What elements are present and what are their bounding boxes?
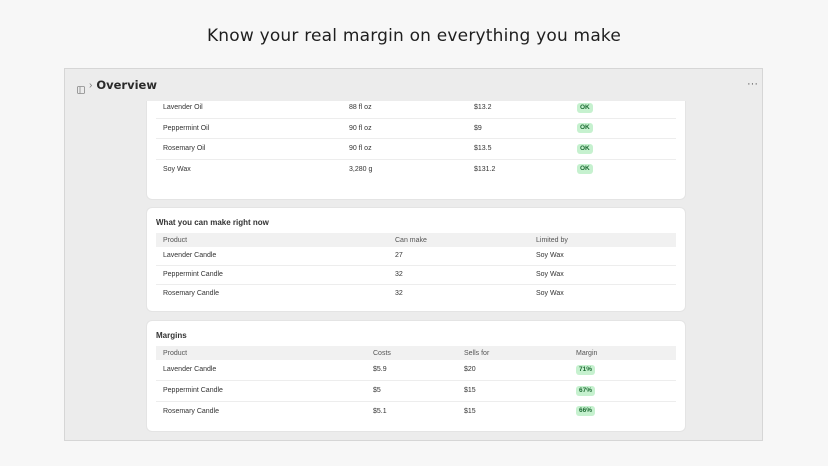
product-name: Lavender Candle: [156, 360, 366, 381]
table-row: Peppermint Candle 32 Soy Wax: [156, 265, 676, 285]
app-window: › Overview ··· OK Lavender Oil 88 fl oz: [64, 68, 763, 441]
status-badge: OK: [577, 164, 593, 175]
margin-badge: 66%: [576, 406, 596, 417]
margins-table: Product Costs Sells for Margin Lavender …: [156, 346, 676, 421]
status-badge: OK: [577, 143, 593, 154]
product-name: Lavender Candle: [156, 247, 388, 266]
can-make-table: Product Can make Limited by Lavender Can…: [156, 233, 676, 302]
can-make-count: 32: [395, 289, 403, 297]
can-make-title: What you can make right now: [156, 218, 269, 227]
table-row: Soy Wax 3,280 g $131.2 OK: [156, 159, 676, 179]
table-row: Rosemary Candle 32 Soy Wax: [156, 284, 676, 302]
status-badge: OK: [577, 123, 593, 133]
table-row: Lavender Candle 27 Soy Wax: [156, 247, 676, 266]
column-header: Product: [156, 346, 366, 360]
column-header: Product: [156, 233, 388, 247]
product-costs: $5.9: [366, 360, 457, 381]
inventory-cost: $131.2: [474, 165, 496, 173]
inventory-amount: 90 fl oz: [342, 118, 467, 139]
column-header: Can make: [388, 233, 529, 247]
product-costs: $5: [366, 380, 457, 402]
table-header-row: Product Can make Limited by: [156, 233, 676, 247]
page-title: Overview: [96, 78, 157, 92]
inventory-item: Soy Wax: [163, 165, 191, 173]
table-row: Peppermint Candle $5 $15 67%: [156, 380, 676, 402]
table-row: Rosemary Oil 90 fl oz $13.5 OK: [156, 138, 676, 160]
table-header-row: Product Costs Sells for Margin: [156, 346, 676, 360]
inventory-cost: $13.5: [467, 138, 570, 160]
inventory-card: OK Lavender Oil 88 fl oz $13.2 OK Pepper…: [147, 101, 685, 199]
more-options-icon[interactable]: ···: [747, 78, 758, 90]
inventory-item: Rosemary Oil: [156, 138, 342, 160]
top-bar: › Overview ···: [65, 69, 762, 101]
table-row: Rosemary Candle $5.1 $15 66%: [156, 401, 676, 421]
margin-badge: 67%: [576, 385, 596, 396]
inventory-item: Peppermint Oil: [156, 118, 342, 139]
table-row: Lavender Candle $5.9 $20 71%: [156, 360, 676, 381]
margin-badge: 71%: [576, 364, 596, 375]
main-content[interactable]: OK Lavender Oil 88 fl oz $13.2 OK Pepper…: [65, 101, 762, 440]
product-price: $15: [464, 407, 476, 415]
product-price: $20: [457, 360, 569, 381]
column-header: Limited by: [529, 233, 676, 247]
table-row: Peppermint Oil 90 fl oz $9 OK: [156, 118, 676, 139]
product-costs: $5.1: [373, 407, 387, 415]
inventory-amount: 88 fl oz: [342, 101, 467, 119]
margins-card: Margins Product Costs Sells for Margin L…: [147, 321, 685, 431]
inventory-amount: 90 fl oz: [342, 138, 467, 160]
limited-by: Soy Wax: [536, 289, 564, 297]
can-make-count: 32: [388, 265, 529, 285]
sidebar-toggle-icon[interactable]: [77, 81, 85, 94]
column-header: Margin: [569, 346, 676, 360]
margins-title: Margins: [156, 331, 187, 340]
column-header: Costs: [366, 346, 457, 360]
inventory-amount: 3,280 g: [349, 165, 373, 173]
limited-by: Soy Wax: [529, 265, 676, 285]
product-name: Peppermint Candle: [156, 380, 366, 402]
column-header: Sells for: [457, 346, 569, 360]
table-row: Lavender Oil 88 fl oz $13.2 OK: [156, 101, 676, 119]
limited-by: Soy Wax: [529, 247, 676, 266]
product-name: Peppermint Candle: [156, 265, 388, 285]
can-make-count: 27: [388, 247, 529, 266]
inventory-cost: $9: [467, 118, 570, 139]
chevron-right-icon: ›: [89, 79, 93, 91]
product-price: $15: [457, 380, 569, 402]
product-name: Rosemary Candle: [163, 407, 220, 415]
status-badge: OK: [577, 102, 593, 113]
inventory-cost: $13.2: [467, 101, 570, 119]
can-make-card: What you can make right now Product Can …: [147, 208, 685, 311]
hero-headline: Know your real margin on everything you …: [206, 26, 622, 46]
product-name: Rosemary Candle: [163, 289, 220, 297]
inventory-item: Lavender Oil: [156, 101, 342, 119]
inventory-table: OK Lavender Oil 88 fl oz $13.2 OK Pepper…: [156, 101, 676, 179]
